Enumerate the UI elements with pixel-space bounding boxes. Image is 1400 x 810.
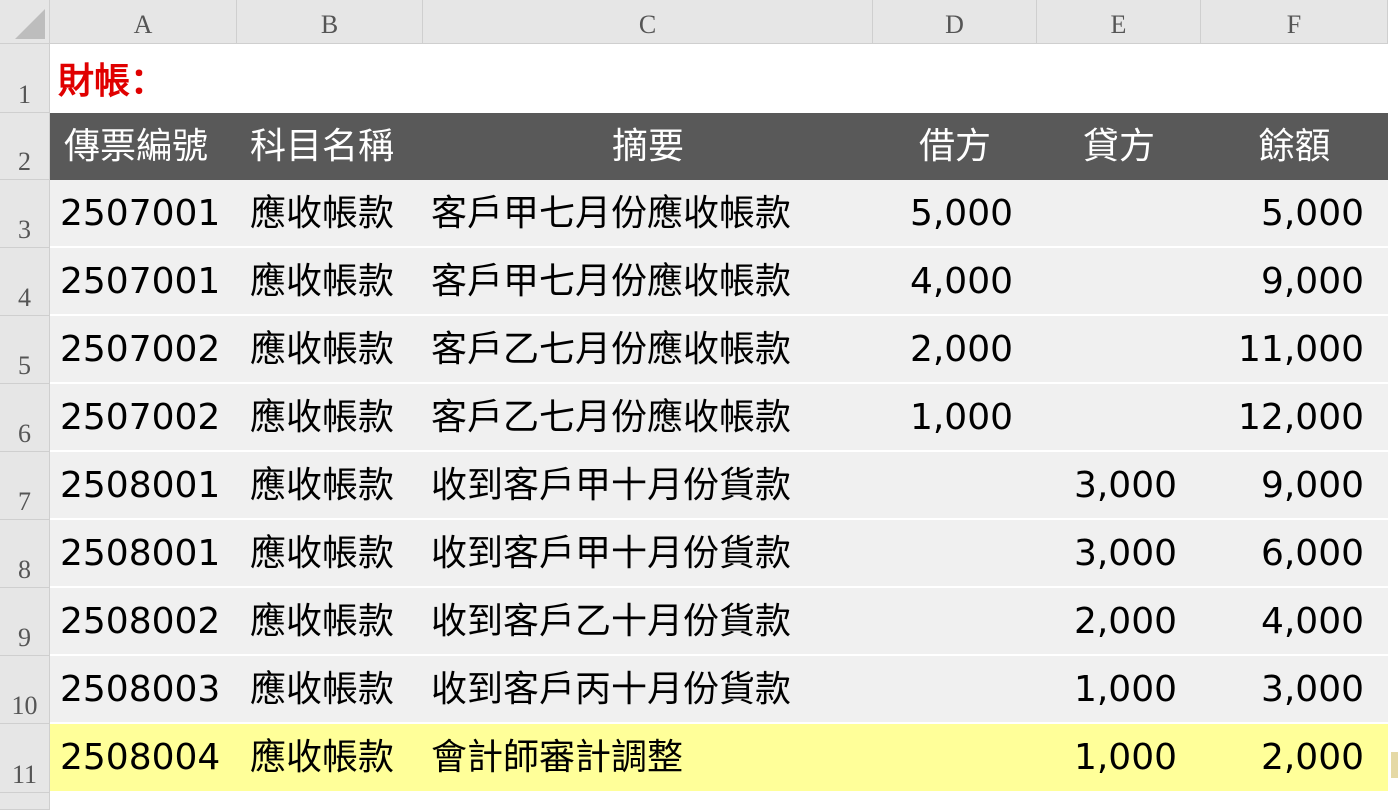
table-row: 2507002 應收帳款 客戶乙七月份應收帳款 1,000 12,000	[50, 384, 1388, 452]
header-balance[interactable]: 餘額	[1201, 113, 1388, 180]
cell-account[interactable]: 應收帳款	[250, 452, 394, 518]
cell-debit[interactable]: 2,000	[873, 316, 1013, 382]
cell-account[interactable]: 應收帳款	[250, 180, 394, 246]
cell-balance[interactable]: 5,000	[1201, 180, 1364, 246]
cell-debit[interactable]	[873, 588, 1013, 654]
row-12-partial[interactable]	[50, 793, 1388, 810]
column-header-e[interactable]: E	[1037, 0, 1201, 44]
column-header-f[interactable]: F	[1201, 0, 1388, 44]
cell-balance[interactable]: 2,000	[1201, 724, 1364, 790]
cell-credit[interactable]: 1,000	[1037, 724, 1177, 790]
header-account[interactable]: 科目名稱	[250, 113, 394, 180]
table-row: 2507001 應收帳款 客戶甲七月份應收帳款 5,000 5,000	[50, 180, 1388, 248]
table-row: 2507002 應收帳款 客戶乙七月份應收帳款 2,000 11,000	[50, 316, 1388, 384]
cell-summary[interactable]: 收到客戶丙十月份貨款	[431, 656, 791, 722]
cell-account[interactable]: 應收帳款	[250, 588, 394, 654]
header-credit[interactable]: 貸方	[1037, 113, 1201, 180]
cell-credit[interactable]	[1037, 316, 1177, 382]
cell-debit[interactable]	[873, 520, 1013, 586]
cell-balance[interactable]: 11,000	[1201, 316, 1364, 382]
row-header-6[interactable]: 6	[0, 384, 50, 452]
select-all-corner[interactable]	[0, 0, 50, 44]
cell-summary[interactable]: 客戶甲七月份應收帳款	[431, 248, 791, 314]
cell-voucher[interactable]: 2508001	[60, 520, 220, 586]
column-header-a[interactable]: A	[50, 0, 237, 44]
cell-balance[interactable]: 12,000	[1201, 384, 1364, 450]
cell-balance[interactable]: 3,000	[1201, 656, 1364, 722]
cell-voucher[interactable]: 2508004	[60, 724, 220, 790]
sheet-right-edge	[1388, 44, 1400, 810]
column-header-c[interactable]: C	[423, 0, 873, 44]
cell-credit[interactable]: 2,000	[1037, 588, 1177, 654]
cell-summary[interactable]: 會計師審計調整	[431, 724, 683, 790]
cell-credit[interactable]	[1037, 180, 1177, 246]
cell-voucher[interactable]: 2507002	[60, 316, 220, 382]
cell-debit[interactable]	[873, 452, 1013, 518]
cell-credit[interactable]	[1037, 248, 1177, 314]
cell-debit[interactable]	[873, 656, 1013, 722]
cell-summary[interactable]: 收到客戶甲十月份貨款	[431, 452, 791, 518]
cell-account[interactable]: 應收帳款	[250, 384, 394, 450]
row-header-12-partial[interactable]	[0, 793, 50, 810]
cell-summary[interactable]: 客戶甲七月份應收帳款	[431, 180, 791, 246]
column-header-b[interactable]: B	[237, 0, 423, 44]
cell-account[interactable]: 應收帳款	[250, 316, 394, 382]
cell-debit[interactable]: 5,000	[873, 180, 1013, 246]
cell-credit[interactable]	[1037, 384, 1177, 450]
cell-balance[interactable]: 9,000	[1201, 248, 1364, 314]
row-header-5[interactable]: 5	[0, 316, 50, 384]
cell-voucher[interactable]: 2507001	[60, 248, 220, 314]
table-row-highlighted: 2508004 應收帳款 會計師審計調整 1,000 2,000	[50, 724, 1388, 793]
cell-voucher[interactable]: 2507001	[60, 180, 220, 246]
table-header-row: 傳票編號 科目名稱 摘要 借方 貸方 餘額	[50, 113, 1388, 180]
cell-debit[interactable]: 4,000	[873, 248, 1013, 314]
row-header-11[interactable]: 11	[0, 724, 50, 793]
autofill-marker-icon[interactable]	[1391, 752, 1398, 778]
cell-summary[interactable]: 客戶乙七月份應收帳款	[431, 384, 791, 450]
row-header-9[interactable]: 9	[0, 588, 50, 656]
header-debit[interactable]: 借方	[873, 113, 1037, 180]
header-voucher[interactable]: 傳票編號	[64, 113, 208, 180]
cell-voucher[interactable]: 2507002	[60, 384, 220, 450]
cell-account[interactable]: 應收帳款	[250, 248, 394, 314]
cell-credit[interactable]: 3,000	[1037, 520, 1177, 586]
header-summary[interactable]: 摘要	[423, 113, 873, 180]
cell-debit[interactable]	[873, 724, 1013, 790]
table-row: 2508001 應收帳款 收到客戶甲十月份貨款 3,000 6,000	[50, 520, 1388, 588]
cell-voucher[interactable]: 2508001	[60, 452, 220, 518]
table-row: 2508003 應收帳款 收到客戶丙十月份貨款 1,000 3,000	[50, 656, 1388, 724]
row-header-2[interactable]: 2	[0, 113, 50, 180]
row-header-1[interactable]: 1	[0, 44, 50, 113]
cell-summary[interactable]: 客戶乙七月份應收帳款	[431, 316, 791, 382]
cell-balance[interactable]: 4,000	[1201, 588, 1364, 654]
cell-account[interactable]: 應收帳款	[250, 520, 394, 586]
cell-summary[interactable]: 收到客戶乙十月份貨款	[431, 588, 791, 654]
sheet-title-cell[interactable]: 財帳：	[58, 52, 166, 104]
cell-voucher[interactable]: 2508003	[60, 656, 220, 722]
cell-balance[interactable]: 9,000	[1201, 452, 1364, 518]
column-header-d[interactable]: D	[873, 0, 1037, 44]
table-row: 2508001 應收帳款 收到客戶甲十月份貨款 3,000 9,000	[50, 452, 1388, 520]
cell-balance[interactable]: 6,000	[1201, 520, 1364, 586]
cell-debit[interactable]: 1,000	[873, 384, 1013, 450]
row-header-8[interactable]: 8	[0, 520, 50, 588]
cell-account[interactable]: 應收帳款	[250, 724, 394, 790]
row-header-7[interactable]: 7	[0, 452, 50, 520]
cell-account[interactable]: 應收帳款	[250, 656, 394, 722]
cell-credit[interactable]: 3,000	[1037, 452, 1177, 518]
row-header-10[interactable]: 10	[0, 656, 50, 724]
corner-triangle-icon	[15, 9, 45, 39]
row-header-3[interactable]: 3	[0, 180, 50, 248]
cell-credit[interactable]: 1,000	[1037, 656, 1177, 722]
table-row: 2508002 應收帳款 收到客戶乙十月份貨款 2,000 4,000	[50, 588, 1388, 656]
cell-summary[interactable]: 收到客戶甲十月份貨款	[431, 520, 791, 586]
table-row: 2507001 應收帳款 客戶甲七月份應收帳款 4,000 9,000	[50, 248, 1388, 316]
cell-voucher[interactable]: 2508002	[60, 588, 220, 654]
row-header-4[interactable]: 4	[0, 248, 50, 316]
